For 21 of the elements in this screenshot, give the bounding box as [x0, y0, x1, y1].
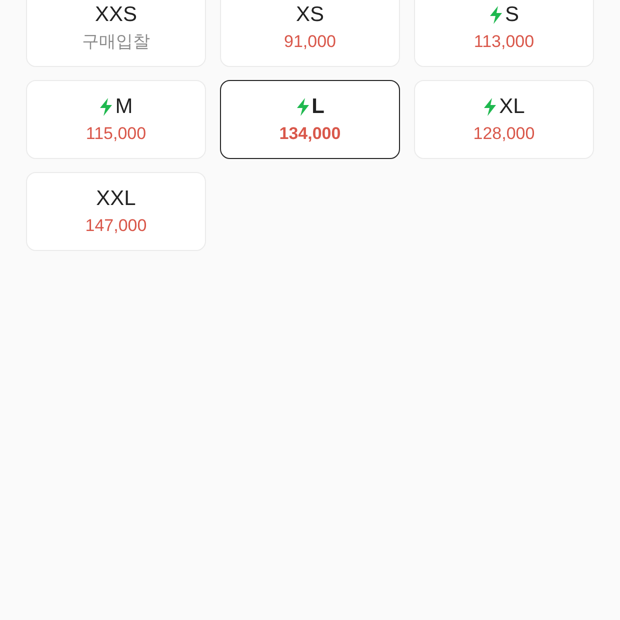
size-option[interactable]: L 134,000 — [220, 80, 400, 159]
size-price: 147,000 — [85, 214, 147, 236]
size-price: 91,000 — [284, 30, 336, 52]
size-price: 128,000 — [473, 122, 535, 144]
size-price: 134,000 — [279, 122, 341, 144]
size-label: M — [115, 94, 133, 118]
size-label: S — [504, 2, 519, 26]
size-price: 115,000 — [86, 122, 146, 144]
size-option[interactable]: XXS 구매입찰 — [26, 0, 206, 67]
size-price: 113,000 — [474, 30, 534, 52]
size-price: 구매입찰 — [82, 30, 150, 52]
size-option[interactable]: S 113,000 — [414, 0, 594, 67]
size-label: L — [312, 94, 324, 118]
size-label: XXS — [94, 2, 138, 26]
size-label: XS — [296, 2, 324, 26]
size-label: XL — [499, 94, 525, 118]
size-option[interactable]: XL 128,000 — [414, 80, 594, 159]
size-option[interactable]: XXL 147,000 — [26, 172, 206, 251]
size-option[interactable]: M 115,000 — [26, 80, 206, 159]
size-label: XXL — [96, 186, 136, 210]
size-option[interactable]: XS 91,000 — [220, 0, 400, 67]
